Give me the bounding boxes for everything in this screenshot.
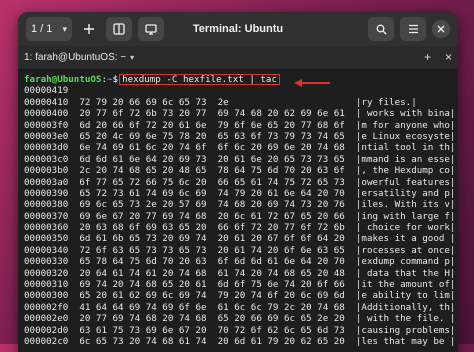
output-line: 00000330 65 78 64 75 6d 70 20 63 6f 6d 6… [24, 256, 456, 268]
annotation-arrow-icon [294, 79, 330, 87]
close-icon[interactable] [432, 20, 450, 38]
tab-actions: + × [410, 50, 452, 64]
prompt-user: farah@UbuntuOS [24, 74, 102, 85]
tab-close-icon[interactable]: × [445, 50, 452, 64]
search-icon[interactable] [368, 17, 394, 41]
menu-icon[interactable] [400, 17, 426, 41]
output-line: 000003d0 6e 74 69 61 6c 20 74 6f 6f 6c 2… [24, 142, 456, 154]
tab-label: 1: farah@UbuntuOS: ~ [24, 52, 127, 63]
output-line: 000003e0 65 20 4c 69 6e 75 78 20 65 63 6… [24, 130, 456, 142]
output-line: 00000370 69 6e 67 20 77 69 74 68 20 6c 6… [24, 210, 456, 222]
output-line: 000003b0 2c 20 74 68 65 20 48 65 78 64 7… [24, 165, 456, 177]
output-lines: 00000419 00000410 72 79 20 66 69 6c 65 73… [24, 85, 456, 347]
split-icon[interactable] [106, 17, 132, 41]
prompt-line: farah@UbuntuOS:~$ hexdump -C hexfile.txt … [24, 74, 452, 85]
output-line: 00000340 72 6f 63 65 73 73 65 73 20 61 7… [24, 244, 456, 256]
window-controls [362, 17, 450, 41]
output-line: 00000320 20 64 61 74 61 20 74 68 61 74 2… [24, 267, 456, 279]
command-highlight-box: hexdump -C hexfile.txt | tac [119, 74, 280, 85]
output-line: 000002e0 20 77 69 74 68 20 74 68 65 20 6… [24, 313, 456, 325]
output-line: 000002d0 63 61 75 73 69 6e 67 20 70 72 6… [24, 324, 456, 336]
output-line: 00000310 69 74 20 74 68 65 20 61 6d 6f 7… [24, 279, 456, 291]
output-line: 000002c0 6c 65 73 20 74 68 61 74 20 6d 6… [24, 335, 456, 347]
terminal-output[interactable]: farah@UbuntuOS:~$ hexdump -C hexfile.txt … [18, 70, 458, 351]
terminal-tab[interactable]: 1: farah@UbuntuOS: ~ ▾ [24, 52, 134, 63]
output-line: 00000400 20 77 6f 72 6b 73 20 77 69 74 6… [24, 108, 456, 120]
terminal-window: 1 / 1 ▾ Terminal: Ubuntu 1: farah@Ubuntu… [18, 12, 458, 352]
output-line: 00000350 6d 61 6b 65 73 20 69 74 20 61 2… [24, 233, 456, 245]
output-line: 00000300 65 20 61 62 69 6c 69 74 79 20 7… [24, 290, 456, 302]
tab-counter-button[interactable]: 1 / 1 ▾ [26, 17, 72, 41]
output-line: 00000410 72 79 20 66 69 6c 65 73 2e |ry … [24, 96, 417, 108]
output-line: 000003a0 6f 77 65 72 66 75 6c 20 66 65 6… [24, 176, 456, 188]
prompt-symbol: $ [112, 74, 119, 85]
add-tab-icon[interactable] [78, 17, 100, 41]
output-line: 000002f0 41 64 64 69 74 69 6f 6e 61 6c 6… [24, 301, 456, 313]
output-line: 00000419 [24, 85, 69, 97]
new-tab-icon[interactable]: + [424, 50, 431, 64]
tab-bar: 1: farah@UbuntuOS: ~ ▾ + × [18, 46, 458, 70]
new-window-icon[interactable] [138, 17, 164, 41]
output-line: 000003c0 6d 6d 61 6e 64 20 69 73 20 61 6… [24, 153, 456, 165]
command-text: hexdump -C hexfile.txt | tac [122, 74, 277, 85]
tab-menu-chevron-icon[interactable]: ▾ [130, 53, 134, 62]
output-line: 00000390 65 72 73 61 74 69 6c 69 74 79 2… [24, 187, 456, 199]
titlebar: 1 / 1 ▾ Terminal: Ubuntu [18, 12, 458, 46]
chevron-down-icon: ▾ [62, 23, 67, 34]
output-line: 00000380 69 6c 65 73 2e 20 57 69 74 68 2… [24, 199, 456, 211]
output-line: 000003f0 6d 20 66 6f 72 20 61 6e 79 6f 6… [24, 119, 456, 131]
output-line: 00000360 20 63 68 6f 69 63 65 20 66 6f 7… [24, 222, 456, 234]
tab-counter-label: 1 / 1 [31, 23, 53, 35]
